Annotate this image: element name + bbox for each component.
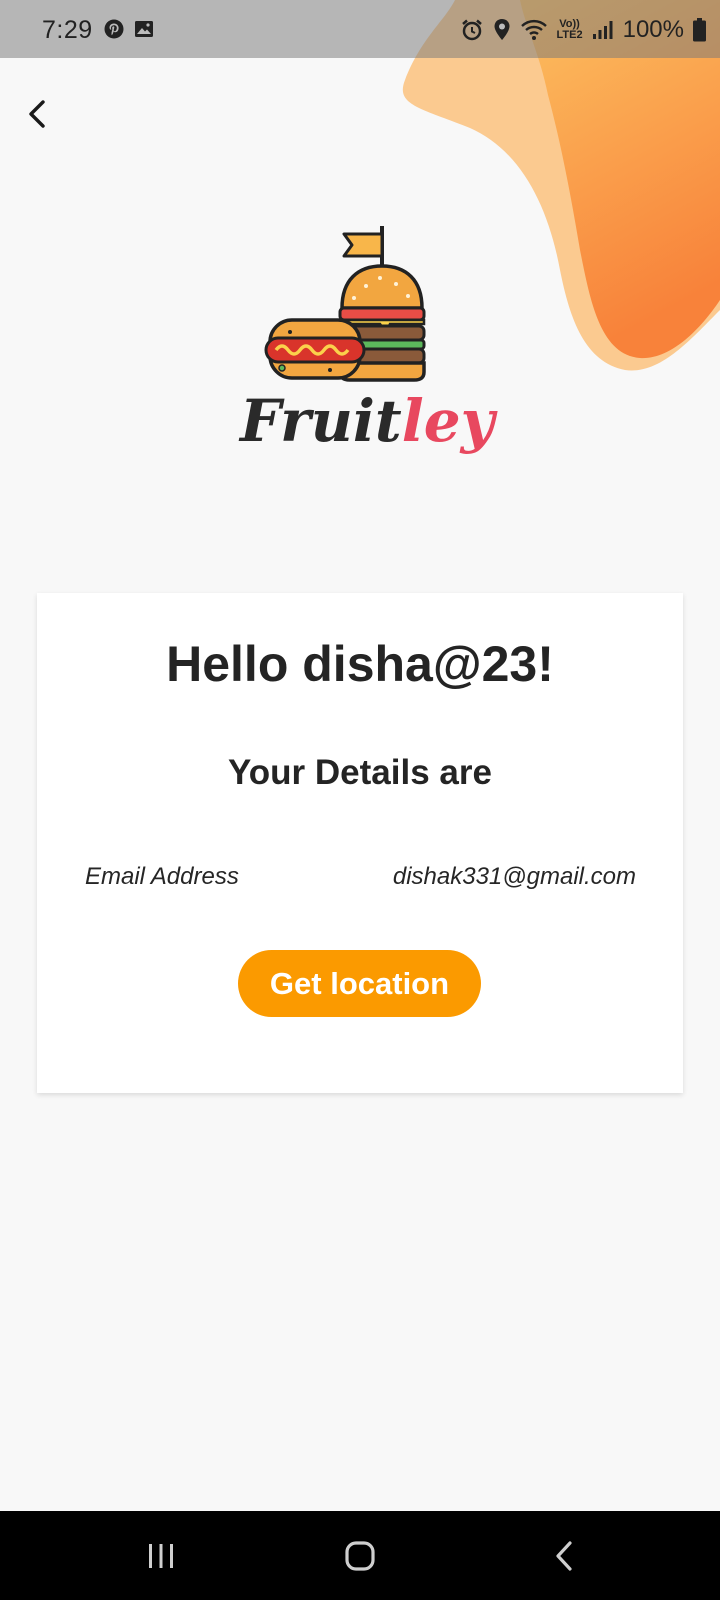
volte-icon: Vo)) LTE2 xyxy=(557,19,583,41)
back-arrow-icon xyxy=(29,100,45,128)
greeting-title: Hello disha@23! xyxy=(166,636,554,692)
home-icon[interactable] xyxy=(337,1533,383,1579)
battery-icon xyxy=(693,18,706,42)
back-button[interactable] xyxy=(18,90,66,138)
details-card: Hello disha@23! Your Details are Email A… xyxy=(37,593,683,1093)
email-value: dishak331@gmail.com xyxy=(392,863,636,890)
battery-percent: 100% xyxy=(622,16,684,43)
status-bar: 7:29 Vo)) LTE2 100% xyxy=(0,0,720,58)
alarm-icon xyxy=(461,19,482,41)
status-time: 7:29 xyxy=(42,16,93,44)
brand-wordmark-part1: Fruit xyxy=(240,387,402,455)
recent-apps-icon[interactable] xyxy=(138,1533,184,1579)
brand-wordmark: Fruitley xyxy=(240,392,494,450)
get-location-button[interactable]: Get location xyxy=(238,950,481,1017)
details-subheading: Your Details are xyxy=(228,753,492,792)
navigation-bar xyxy=(0,1511,720,1600)
email-label: Email Address xyxy=(85,863,239,890)
wifi-icon xyxy=(520,19,547,40)
pinterest-icon xyxy=(104,19,124,39)
image-icon xyxy=(135,21,153,37)
brand-wordmark-part2: ley xyxy=(401,387,495,455)
signal-icon xyxy=(592,21,613,39)
location-icon xyxy=(494,19,510,40)
back-icon[interactable] xyxy=(543,1533,589,1579)
lte-label: LTE2 xyxy=(556,29,583,41)
